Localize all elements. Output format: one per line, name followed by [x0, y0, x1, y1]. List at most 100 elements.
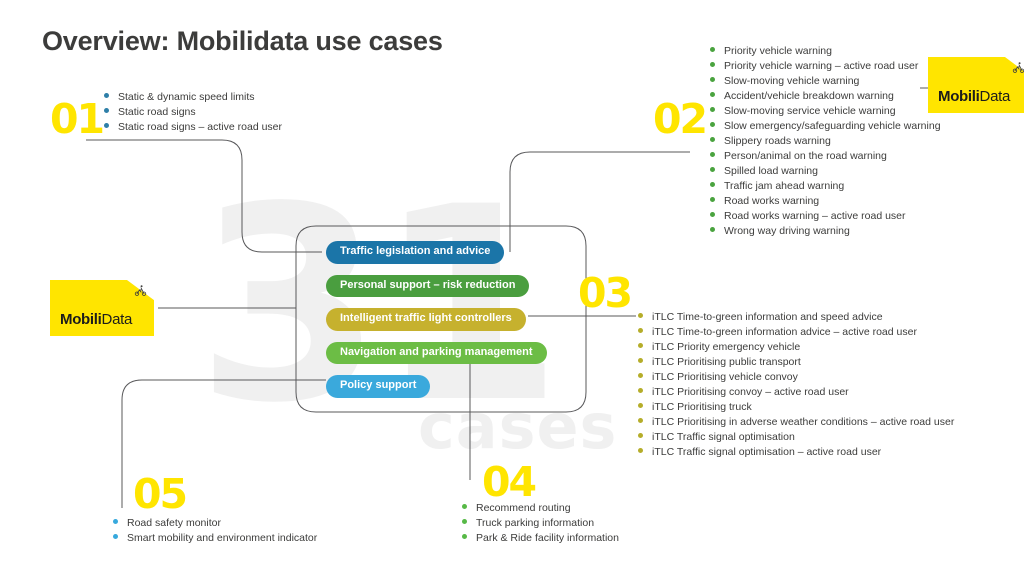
bullet-icon [710, 92, 715, 97]
bullet-icon [638, 358, 643, 363]
bullet-icon [710, 122, 715, 127]
list-item: Traffic jam ahead warning [710, 179, 941, 194]
list-item: Static & dynamic speed limits [104, 90, 282, 105]
section-number-04: 04 [482, 458, 537, 506]
section-number-01: 01 [50, 95, 105, 143]
bullet-icon [113, 519, 118, 524]
list-item-label: iTLC Prioritising vehicle convoy [652, 371, 798, 383]
list-item-label: Recommend routing [476, 502, 571, 514]
list-item: iTLC Traffic signal optimisation – activ… [638, 445, 954, 460]
list-item-label: iTLC Traffic signal optimisation – activ… [652, 446, 882, 458]
list-item: iTLC Time-to-green information and speed… [638, 310, 954, 325]
list-item: iTLC Prioritising convoy – active road u… [638, 385, 954, 400]
bullet-icon [462, 504, 467, 509]
bullet-icon [710, 182, 715, 187]
category-pill[interactable]: Policy support [326, 375, 431, 398]
list-item-label: iTLC Priority emergency vehicle [652, 341, 801, 353]
category-pill-row: Intelligent traffic light controllers [326, 308, 547, 342]
bullet-icon [104, 93, 109, 98]
list-item: Recommend routing [462, 501, 619, 516]
list-item: Park & Ride facility information [462, 531, 619, 546]
list-item: Accident/vehicle breakdown warning [710, 89, 941, 104]
bullet-icon [104, 108, 109, 113]
cyclist-icon [1005, 57, 1024, 78]
bullet-icon [710, 152, 715, 157]
logo-wordmark-light: Data [101, 311, 133, 328]
list-item: Road works warning [710, 194, 941, 209]
bullet-icon [104, 123, 109, 128]
bullet-icon [638, 433, 643, 438]
mobilidata-logo-left: MobiliData [50, 280, 154, 336]
use-case-list-04: Recommend routing Truck parking informati… [462, 501, 619, 546]
list-item-label: iTLC Prioritising in adverse weather con… [652, 416, 955, 428]
bullet-icon [710, 107, 715, 112]
cyclist-icon [127, 280, 154, 301]
use-case-list-03: iTLC Time-to-green information and speed… [638, 310, 954, 460]
list-item: iTLC Prioritising truck [638, 400, 954, 415]
category-pill-row: Personal support – risk reduction [326, 274, 547, 309]
list-item-label: Traffic jam ahead warning [724, 180, 845, 192]
category-pill[interactable]: Traffic legislation and advice [326, 241, 505, 264]
connector-02 [509, 151, 690, 252]
list-item: Priority vehicle warning – active road u… [710, 59, 941, 74]
section-number-05: 05 [133, 470, 188, 518]
list-item-label: Park & Ride facility information [476, 532, 619, 544]
category-pill-row: Traffic legislation and advice [326, 241, 547, 275]
list-item: Truck parking information [462, 516, 619, 531]
bullet-icon [638, 373, 643, 378]
bullet-icon [710, 167, 715, 172]
bullet-icon [710, 62, 715, 67]
page-title: Overview: Mobilidata use cases [42, 26, 443, 56]
list-item-label: Road works warning [724, 195, 820, 207]
list-item-label: iTLC Traffic signal optimisation [652, 431, 795, 443]
list-item-label: Road safety monitor [127, 517, 221, 529]
use-case-list-02: Priority vehicle warning Priority vehicle… [710, 44, 941, 239]
list-item-label: Smart mobility and environment indicator [127, 532, 318, 544]
list-item-label: Slow-moving service vehicle warning [724, 105, 896, 117]
list-item: iTLC Priority emergency vehicle [638, 340, 954, 355]
bullet-icon [710, 197, 715, 202]
list-item-label: Slow-moving vehicle warning [724, 75, 860, 87]
section-number-02: 02 [653, 95, 708, 143]
list-item: iTLC Traffic signal optimisation [638, 430, 954, 445]
mobilidata-logo-right: MobiliData [928, 57, 1024, 113]
bullet-icon [638, 388, 643, 393]
category-pill[interactable]: Navigation and parking management [326, 341, 547, 365]
category-pill-row: Policy support [326, 375, 547, 409]
list-item-label: iTLC Time-to-green information and speed… [652, 311, 883, 323]
list-item: Slippery roads warning [710, 134, 941, 149]
bullet-icon [113, 534, 118, 539]
logo-wordmark-bold: Mobili [938, 88, 980, 105]
list-item: Slow-moving service vehicle warning [710, 104, 941, 119]
logo-wordmark-light: Data [979, 88, 1011, 105]
use-case-list-01: Static & dynamic speed limits Static road… [104, 90, 282, 135]
list-item: iTLC Prioritising public transport [638, 355, 954, 370]
section-number-03: 03 [578, 269, 633, 317]
category-pill[interactable]: Personal support – risk reduction [326, 274, 530, 298]
list-item-label: Priority vehicle warning [724, 45, 832, 57]
list-item: Road safety monitor [113, 516, 317, 531]
list-item: Static road signs – active road user [104, 120, 282, 135]
bullet-icon [638, 343, 643, 348]
list-item-label: Static road signs – active road user [118, 121, 283, 133]
list-item: Person/animal on the road warning [710, 149, 941, 164]
list-item: iTLC Prioritising vehicle convoy [638, 370, 954, 385]
connector-01 [86, 139, 322, 253]
list-item-label: iTLC Prioritising convoy – active road u… [652, 386, 849, 398]
list-item: Smart mobility and environment indicator [113, 531, 317, 546]
list-item: Slow-moving vehicle warning [710, 74, 941, 89]
use-case-list-05: Road safety monitor Smart mobility and en… [113, 516, 317, 546]
bullet-icon [638, 328, 643, 333]
category-pill-row: Navigation and parking management [326, 341, 547, 376]
list-item-label: iTLC Time-to-green information advice – … [652, 326, 917, 338]
category-pill-group: Traffic legislation and advice Personal s… [326, 241, 547, 409]
bullet-icon [462, 519, 467, 524]
bullet-icon [710, 212, 715, 217]
list-item-label: Spilled load warning [724, 165, 818, 177]
logo-wordmark-bold: Mobili [60, 311, 102, 328]
category-pill[interactable]: Intelligent traffic light controllers [326, 308, 526, 331]
list-item-label: iTLC Prioritising public transport [652, 356, 801, 368]
bullet-icon [710, 77, 715, 82]
list-item-label: Road works warning – active road user [724, 210, 906, 222]
list-item: Spilled load warning [710, 164, 941, 179]
